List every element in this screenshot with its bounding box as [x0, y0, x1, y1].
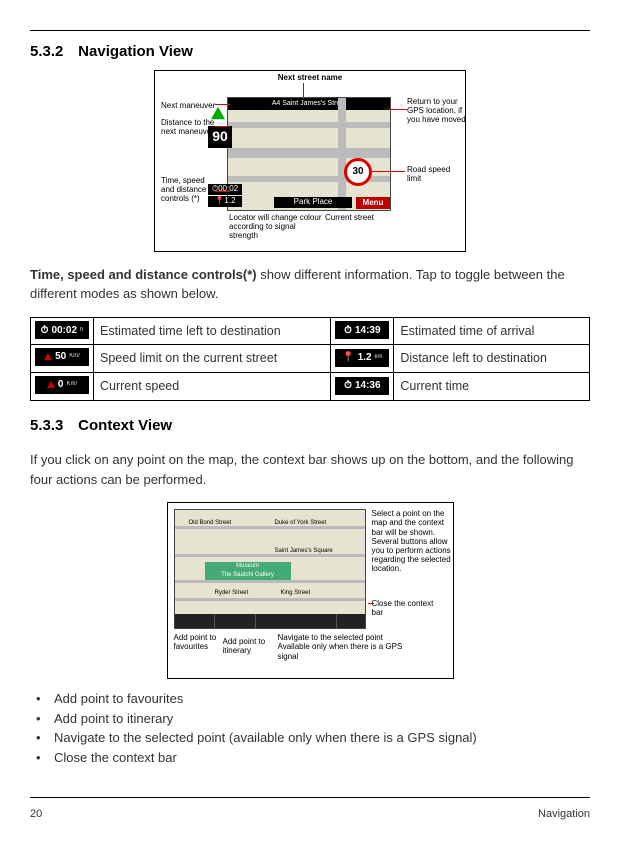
section-heading-nav: 5.3.2 Navigation View	[30, 41, 590, 64]
label-road-speed-limit: Road speed limit	[407, 165, 450, 183]
table-row: ⏱ 00:02h Estimated time left to destinat…	[31, 317, 590, 345]
map-preview-ctx: Old Bond Street Duke of York Street Sain…	[174, 509, 366, 629]
cell-desc: Distance left to destination	[394, 345, 590, 373]
chapter-name: Navigation	[538, 806, 590, 823]
label-next-maneuver: Next maneuver	[161, 101, 215, 110]
para-nav-controls: Time, speed and distance controls(*) sho…	[30, 265, 590, 304]
icon-eta: ⏱ 14:39	[335, 321, 389, 339]
controls-table: ⏱ 00:02h Estimated time left to destinat…	[30, 317, 590, 401]
cell-desc: Current time	[394, 373, 590, 401]
icon-speed-limit: 50Km/	[35, 348, 89, 366]
label-nav-selected: Navigate to the selected point Available…	[278, 633, 403, 661]
poi-label: Museum The Saatchi Gallery	[205, 562, 291, 580]
label-add-fav: Add point to favourites	[174, 633, 217, 651]
label-time-speed-dist: Time, speed and distance controls (*)	[161, 176, 206, 204]
maneuver-arrow-icon	[211, 106, 225, 119]
dist-box: 📍 1.2	[208, 196, 242, 207]
cell-desc: Estimated time left to destination	[94, 317, 331, 345]
list-item: Navigate to the selected point (availabl…	[36, 728, 590, 748]
page-number: 20	[30, 806, 42, 823]
icon-current-speed: 0Km/	[35, 376, 89, 394]
label-locator: Locator will change colour according to …	[229, 213, 322, 241]
map-top-street: A4 Saint James's Street	[228, 98, 390, 111]
label-select-point: Select a point on the map and the contex…	[372, 509, 451, 573]
ctx-btn-itin	[215, 614, 256, 628]
ctx-btn-nav	[256, 614, 337, 628]
list-item: Add point to favourites	[36, 689, 590, 709]
label-return-gps: Return to your GPS location, if you have…	[407, 97, 466, 125]
page-footer: 20 Navigation	[30, 797, 590, 843]
cell-desc: Speed limit on the current street	[94, 345, 331, 373]
figure-navigation-view: Next street name Next maneuver Distance …	[154, 70, 466, 252]
icon-time-remaining: ⏱ 00:02h	[35, 321, 89, 339]
ctx-btn-close	[337, 614, 365, 628]
label-add-itin: Add point to itinerary	[223, 637, 266, 655]
icon-current-time: ⏱ 14:36	[335, 377, 389, 395]
label-distance-next: Distance to the next maneuver	[161, 118, 214, 136]
table-row: 50Km/ Speed limit on the current street …	[31, 345, 590, 373]
label-close-bar: Close the context bar	[372, 599, 434, 617]
list-item: Add point to itinerary	[36, 709, 590, 729]
label-next-street-name: Next street name	[155, 73, 465, 82]
bottom-street: Park Place	[274, 197, 352, 208]
section-heading-ctx: 5.3.3 Context View	[30, 415, 590, 438]
speed-box: 90	[208, 126, 232, 148]
cell-desc: Estimated time of arrival	[394, 317, 590, 345]
speed-limit-icon: 30	[344, 158, 372, 186]
para-ctx: If you click on any point on the map, th…	[30, 450, 590, 489]
table-row: 0Km/ Current speed ⏱ 14:36 Current time	[31, 373, 590, 401]
bullet-list: Add point to favourites Add point to iti…	[30, 689, 590, 767]
menu-button: Menu	[356, 197, 390, 209]
map-preview: A4 Saint James's Street 90 30 ⏱ 00:02 📍 …	[227, 97, 391, 211]
figure-context-view: Old Bond Street Duke of York Street Sain…	[167, 502, 454, 679]
time-box: ⏱ 00:02	[208, 184, 242, 195]
list-item: Close the context bar	[36, 748, 590, 768]
cell-desc: Current speed	[94, 373, 331, 401]
ctx-btn-fav	[175, 614, 216, 628]
icon-distance-left: 📍 1.2km	[335, 349, 389, 367]
label-current-street: Current street	[325, 213, 374, 222]
